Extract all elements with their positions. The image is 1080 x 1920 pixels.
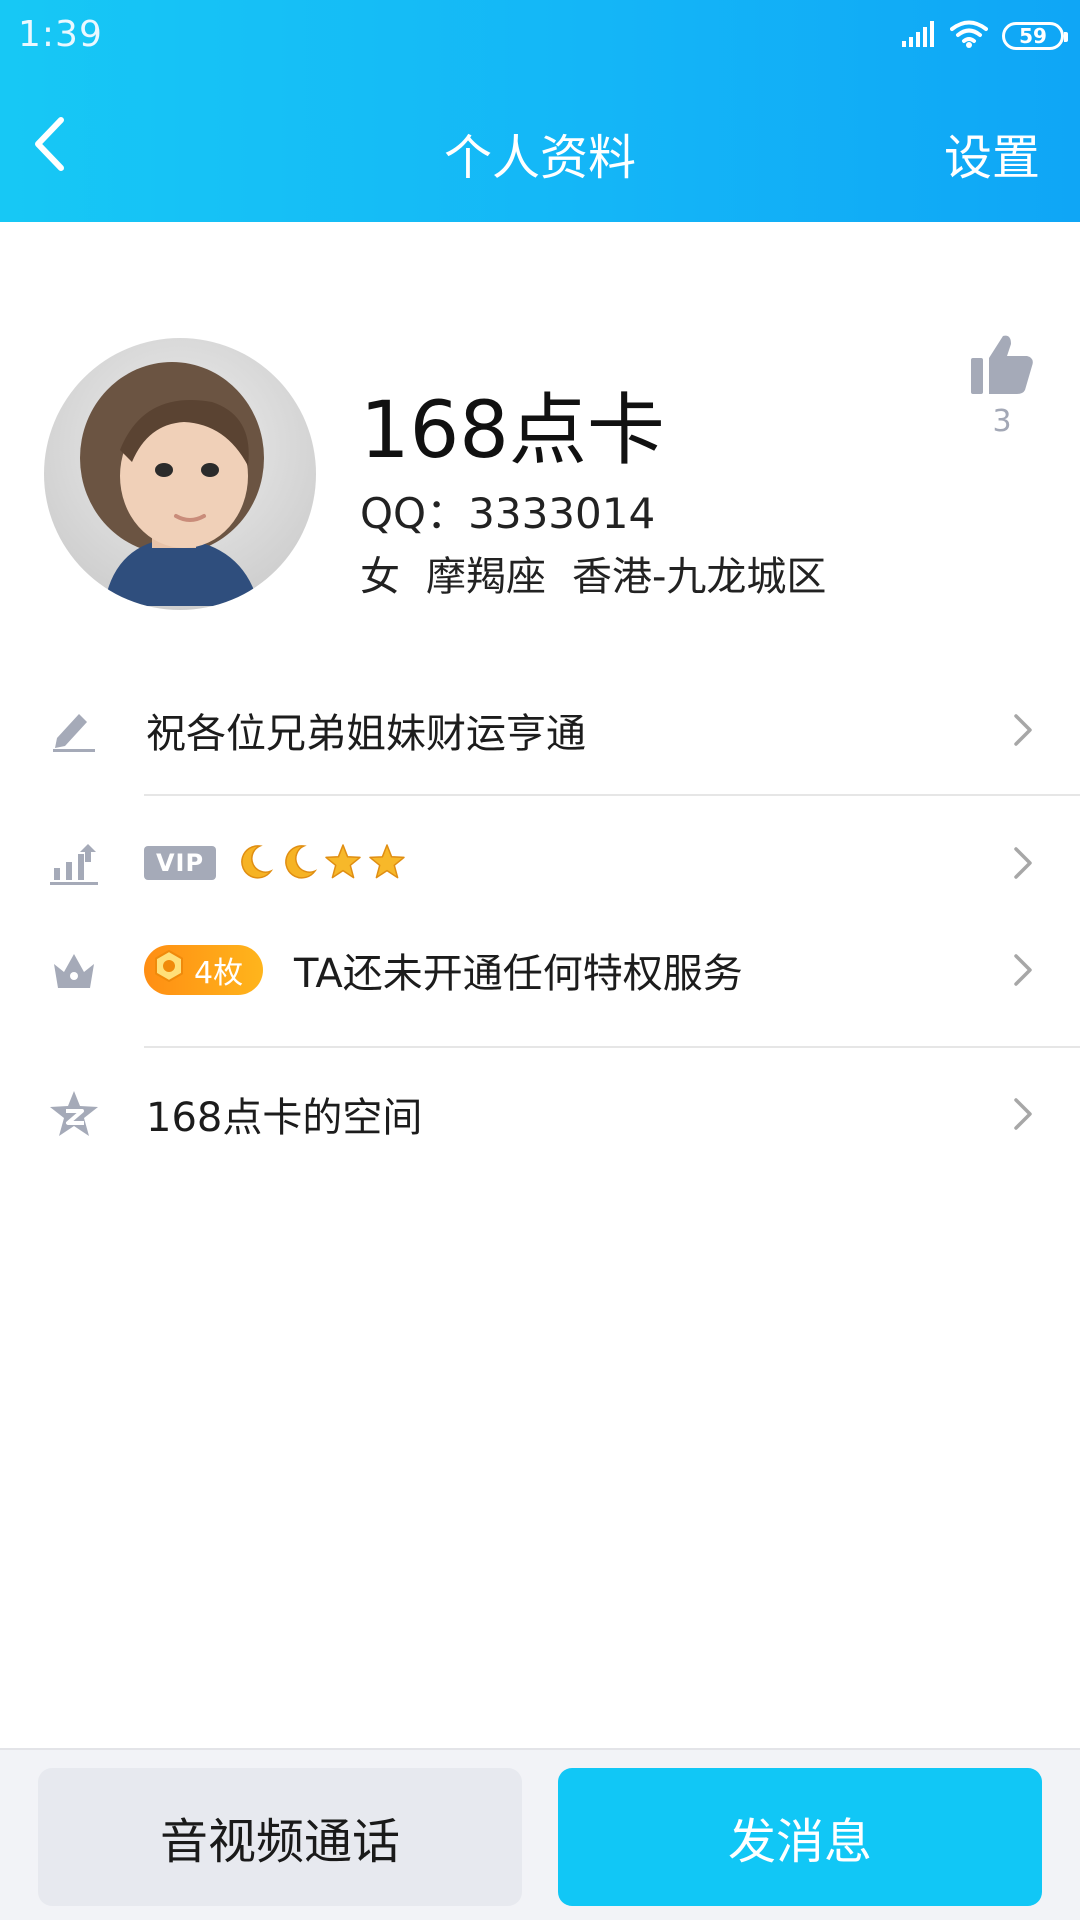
- divider: [144, 1046, 1080, 1048]
- signature-row[interactable]: 祝各位兄弟姐妹财运亨通: [0, 690, 1080, 770]
- zodiac: 摩羯座: [426, 554, 546, 600]
- like-button[interactable]: 3: [962, 332, 1042, 439]
- level-chart-icon: [48, 837, 100, 889]
- gender: 女: [360, 554, 400, 600]
- level-row[interactable]: VIP: [0, 823, 1080, 903]
- qzone-row[interactable]: 168点卡的空间: [0, 1074, 1080, 1154]
- privilege-text: TA还未开通任何特权服务: [294, 951, 743, 997]
- chevron-right-icon: [1008, 710, 1036, 750]
- qq-number: 3333014: [468, 489, 656, 538]
- vip-badge: VIP: [144, 846, 216, 880]
- avatar[interactable]: [44, 338, 316, 610]
- moon-icon: [236, 843, 274, 885]
- profile-details: 女 摩羯座 香港-九龙城区: [360, 544, 826, 602]
- battery-level: 59: [1019, 24, 1047, 48]
- pencil-icon: [48, 704, 100, 756]
- signal-icon: [902, 21, 936, 51]
- battery-icon: 59: [1002, 22, 1068, 50]
- privilege-row[interactable]: 4枚 TA还未开通任何特权服务: [0, 930, 1080, 1010]
- status-time: 1:39: [18, 14, 103, 55]
- page-title: 个人资料: [443, 130, 636, 186]
- qzone-star-icon: [48, 1088, 100, 1140]
- profile-name: 168点卡: [360, 386, 665, 476]
- qq-label: QQ：: [360, 489, 469, 538]
- back-button[interactable]: [24, 116, 74, 176]
- crown-icon: [48, 944, 100, 996]
- qq-number-line: QQ：3333014: [360, 480, 655, 541]
- star-icon: [368, 843, 406, 885]
- chevron-right-icon: [1008, 1094, 1036, 1134]
- star-icon: [324, 843, 362, 885]
- moon-icon: [280, 843, 318, 885]
- bottom-action-bar: 音视频通话 发消息: [0, 1748, 1080, 1920]
- chevron-right-icon: [1008, 950, 1036, 990]
- wifi-icon: [950, 20, 988, 52]
- qzone-text: 168点卡的空间: [146, 1095, 423, 1141]
- level-icons: [236, 843, 406, 885]
- medal-count: 4枚: [194, 956, 244, 991]
- location: 香港-九龙城区: [572, 554, 827, 600]
- chevron-right-icon: [1008, 843, 1036, 883]
- divider: [144, 794, 1080, 796]
- video-call-button[interactable]: 音视频通话: [38, 1768, 522, 1906]
- status-icons: 59: [902, 18, 1068, 54]
- chevron-left-icon: [32, 116, 66, 176]
- app-header: 1:39 59 个人资料 设置: [0, 0, 1080, 222]
- medal-icon: [152, 949, 186, 991]
- medal-badge: 4枚: [144, 945, 264, 995]
- settings-button[interactable]: 设置: [944, 118, 1040, 188]
- send-message-button[interactable]: 发消息: [558, 1768, 1042, 1906]
- signature-text: 祝各位兄弟姐妹财运亨通: [146, 711, 586, 757]
- thumbs-up-icon: [969, 332, 1035, 400]
- profile-card: 168点卡 QQ：3333014 女 摩羯座 香港-九龙城区 3: [0, 222, 1080, 642]
- like-count: 3: [992, 404, 1012, 439]
